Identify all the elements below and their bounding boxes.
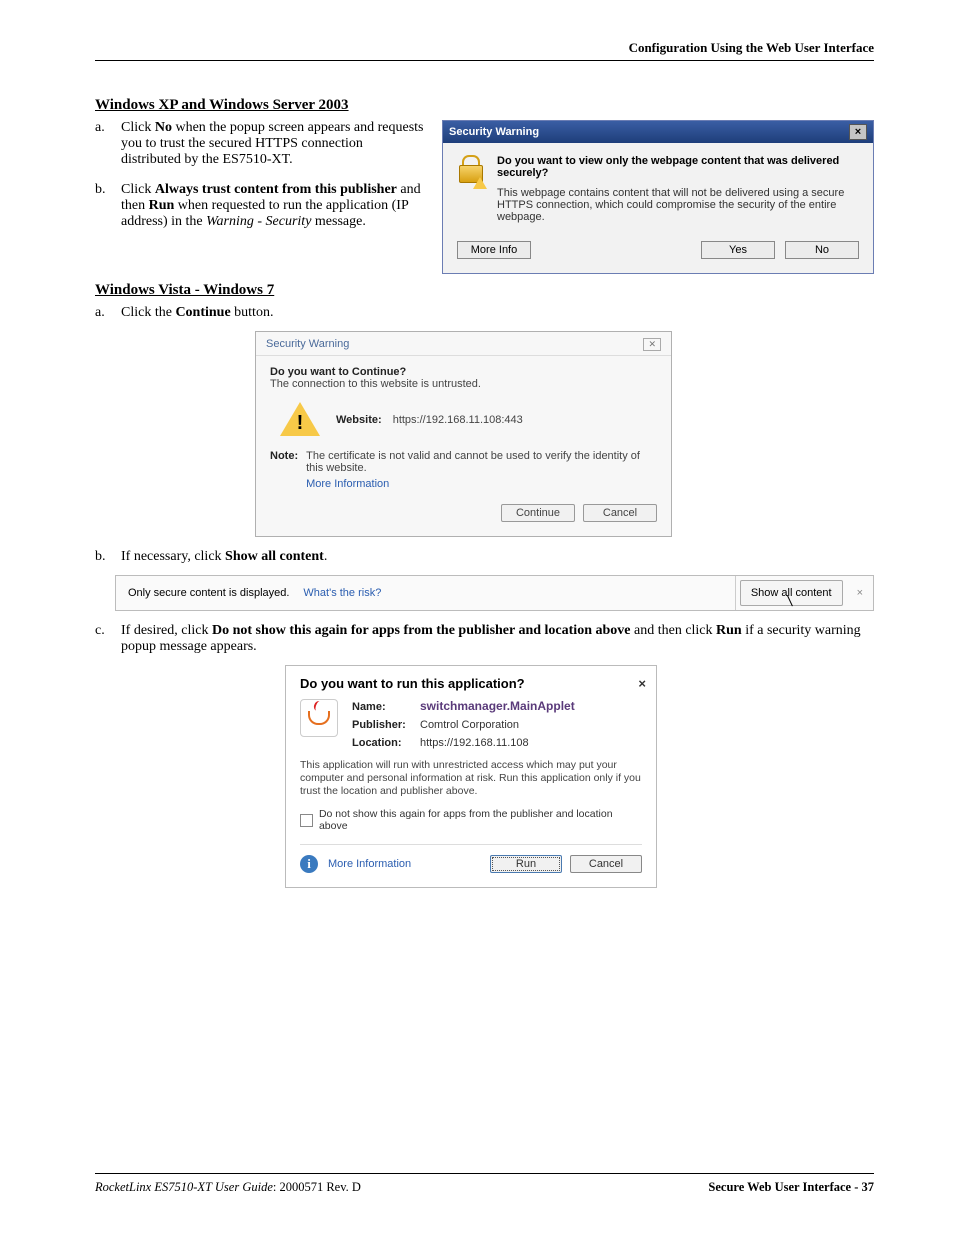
note-text: The certificate is not valid and cannot … <box>306 450 657 474</box>
name-label: Name: <box>352 701 406 713</box>
footer-page-label: Secure Web User Interface - 37 <box>708 1180 874 1195</box>
dialog-question: Do you want to run this application? <box>300 676 525 691</box>
secure-content-infobar: Only secure content is displayed. What's… <box>115 575 874 611</box>
footer-revision: : 2000571 Rev. D <box>273 1180 361 1194</box>
note-label: Note: <box>270 450 298 490</box>
section-title-vista: Windows Vista - Windows 7 <box>95 282 874 299</box>
dialog-xp-security-warning: Security Warning × Do you want to view o… <box>442 120 874 274</box>
infobar-message: Only secure content is displayed. <box>128 587 289 599</box>
whats-the-risk-link[interactable]: What's the risk? <box>303 587 381 599</box>
step-vista-b: b. If necessary, click Show all content. <box>95 549 874 565</box>
publisher-value: Comtrol Corporation <box>420 719 575 731</box>
list-marker: a. <box>95 120 121 168</box>
list-marker: a. <box>95 305 121 321</box>
close-icon[interactable]: × <box>849 124 867 140</box>
header-title: Configuration Using the Web User Interfa… <box>629 40 874 55</box>
step-xp-b: b. Click Always trust content from this … <box>95 182 424 230</box>
page-content: Windows XP and Windows Server 2003 a. Cl… <box>95 89 874 1143</box>
location-label: Location: <box>352 737 406 749</box>
close-icon[interactable]: ✕ <box>643 338 661 351</box>
yes-button[interactable]: Yes <box>701 241 775 259</box>
website-value: https://192.168.11.108:443 <box>393 414 523 426</box>
dialog-titlebar: Security Warning ✕ <box>256 332 671 356</box>
dialog-run-application: Do you want to run this application? × N… <box>285 665 657 888</box>
checkbox-label: Do not show this again for apps from the… <box>319 808 642 832</box>
dialog-title: Security Warning <box>266 338 349 351</box>
more-information-link[interactable]: More Information <box>306 478 657 490</box>
checkbox-icon[interactable] <box>300 814 313 827</box>
dialog-subtitle: The connection to this website is untrus… <box>270 378 657 390</box>
close-icon[interactable]: × <box>847 583 873 603</box>
do-not-show-again-checkbox[interactable]: Do not show this again for apps from the… <box>300 808 642 832</box>
more-info-button[interactable]: More Info <box>457 241 531 259</box>
info-icon: i <box>300 855 318 873</box>
dialog-question: Do you want to Continue? <box>270 366 657 378</box>
more-information-link[interactable]: More Information <box>328 858 411 870</box>
step-xp-a: a. Click No when the popup screen appear… <box>95 120 424 168</box>
close-icon[interactable]: × <box>638 676 646 691</box>
dialog-question: Do you want to view only the webpage con… <box>497 155 859 179</box>
continue-button[interactable]: Continue <box>501 504 575 522</box>
no-button[interactable]: No <box>785 241 859 259</box>
run-button[interactable]: Run <box>490 855 562 873</box>
dialog-message: This application will run with unrestric… <box>300 759 642 798</box>
java-icon <box>300 699 338 737</box>
dialog-title: Security Warning <box>449 126 539 138</box>
list-marker: c. <box>95 623 121 655</box>
list-marker: b. <box>95 549 121 565</box>
location-value: https://192.168.11.108 <box>420 737 575 749</box>
section-title-xp: Windows XP and Windows Server 2003 <box>95 97 874 114</box>
footer-guide-name: RocketLinx ES7510-XT User Guide <box>95 1180 273 1194</box>
lock-warning-icon <box>457 155 485 187</box>
dialog-titlebar: Security Warning × <box>443 121 873 143</box>
warning-icon: ! <box>280 402 320 438</box>
website-label: Website: <box>336 414 382 426</box>
cancel-button[interactable]: Cancel <box>583 504 657 522</box>
cancel-button[interactable]: Cancel <box>570 855 642 873</box>
name-value: switchmanager.MainApplet <box>420 699 575 713</box>
page-footer: RocketLinx ES7510-XT User Guide: 2000571… <box>95 1173 874 1195</box>
list-marker: b. <box>95 182 121 230</box>
publisher-label: Publisher: <box>352 719 406 731</box>
dialog-message: This webpage contains content that will … <box>497 187 859 223</box>
page-header: Configuration Using the Web User Interfa… <box>95 40 874 61</box>
step-vista-a: a. Click the Continue button. <box>95 305 874 321</box>
show-all-content-button[interactable]: Show all content <box>740 580 843 606</box>
dialog-vista-security-warning: Security Warning ✕ Do you want to Contin… <box>255 331 672 537</box>
step-vista-c: c. If desired, click Do not show this ag… <box>95 623 874 655</box>
